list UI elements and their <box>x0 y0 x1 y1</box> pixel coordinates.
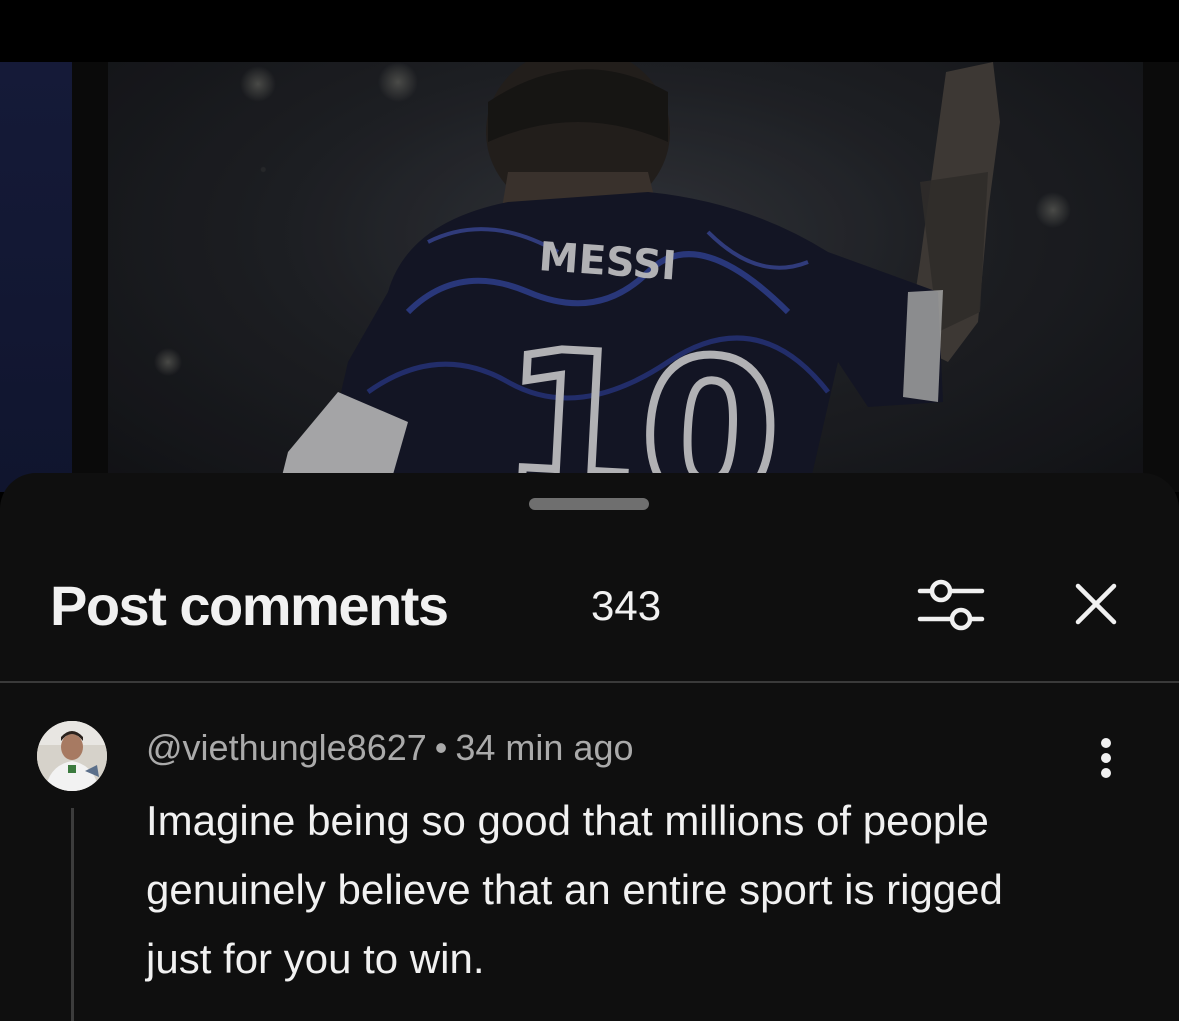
comment-meta: @viethungle8627 • 34 min ago <box>146 726 634 770</box>
more-vertical-icon-dot <box>1101 768 1111 778</box>
close-button[interactable] <box>1060 570 1132 638</box>
post-image[interactable]: MESSI 10 <box>108 62 1143 492</box>
comment-time: 34 min ago <box>455 727 634 768</box>
comment-count: 343 <box>591 582 662 629</box>
more-vertical-icon <box>1101 738 1111 748</box>
header-divider <box>0 681 1179 683</box>
sliders-icon <box>917 579 985 631</box>
close-icon <box>1075 583 1117 625</box>
comment-actions-button[interactable] <box>1086 730 1126 786</box>
media-gutter <box>72 62 108 492</box>
sort-filter-button[interactable] <box>912 570 992 638</box>
reply-thread-line <box>71 808 74 1021</box>
meta-separator: • <box>434 727 448 768</box>
comment-body: Imagine being so good that millions of p… <box>146 797 1003 982</box>
status-bar-area <box>0 0 1179 62</box>
panel-title: Post comments <box>50 574 449 637</box>
next-post-edge[interactable] <box>1143 62 1179 492</box>
avatar[interactable] <box>37 721 107 791</box>
avatar-image <box>37 721 107 791</box>
player-illustration: MESSI 10 <box>108 62 1143 492</box>
previous-post-edge[interactable] <box>0 62 72 492</box>
drag-handle[interactable] <box>529 498 649 510</box>
more-vertical-icon-dot <box>1101 753 1111 763</box>
comment-author[interactable]: @viethungle8627 <box>146 727 427 768</box>
